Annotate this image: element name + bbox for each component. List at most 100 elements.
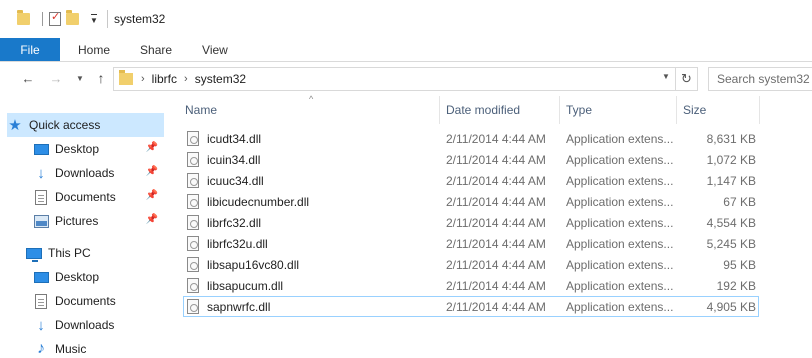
documents-icon [33, 189, 49, 205]
file-type: Application extens... [566, 152, 674, 167]
file-name-cell: icudt34.dll [187, 128, 439, 149]
nav-pc-desktop[interactable]: Desktop [33, 265, 164, 289]
address-history-chevron-down-icon[interactable]: ▼ [659, 72, 673, 81]
new-folder-icon[interactable] [66, 10, 79, 25]
breadcrumb-librfc[interactable]: librfc [152, 72, 177, 86]
file-size: 5,245 KB [706, 236, 756, 251]
nav-item-pictures[interactable]: Pictures 📌 [33, 209, 164, 233]
file-date-modified: 2/11/2014 4:44 AM [446, 257, 546, 272]
file-row[interactable]: libsapucum.dll 2/11/2014 4:44 AM Applicati… [183, 275, 759, 296]
nav-quick-access[interactable]: ★ Quick access [7, 113, 164, 137]
up-arrow-icon[interactable]: ↑ [93, 70, 109, 86]
column-header-size[interactable]: Size [677, 96, 760, 124]
file-size: 8,631 KB [706, 131, 756, 146]
file-size: 192 KB [716, 278, 756, 293]
file-row[interactable]: libsapu16vc80.dll 2/11/2014 4:44 AM Applic… [183, 254, 759, 275]
title-bar: ▼ system32 [0, 0, 812, 38]
recent-locations-chevron-down-icon[interactable]: ▼ [72, 70, 88, 86]
desktop-icon [33, 141, 49, 157]
file-name: librfc32u.dll [207, 236, 268, 251]
file-name: libicudecnumber.dll [207, 194, 310, 209]
downloads-icon: ↓ [37, 164, 45, 182]
file-type: Application extens... [566, 299, 674, 314]
pin-icon[interactable]: 📌 [146, 166, 158, 177]
file-name: librfc32.dll [207, 215, 262, 230]
nav-item-label: Downloads [55, 166, 115, 180]
file-row[interactable]: icudt34.dll 2/11/2014 4:44 AM Application … [183, 128, 759, 149]
chevron-right-icon[interactable]: › [184, 73, 188, 85]
file-row[interactable]: icuuc34.dll 2/11/2014 4:44 AM Application … [183, 170, 759, 191]
file-name-cell: icuuc34.dll [187, 170, 439, 191]
column-header-label: Type [566, 103, 593, 117]
file-row[interactable]: libicudecnumber.dll 2/11/2014 4:44 AM Appl… [183, 191, 759, 212]
dll-file-icon [187, 278, 199, 293]
file-name: libsapu16vc80.dll [207, 257, 300, 272]
file-row[interactable]: librfc32.dll 2/11/2014 4:44 AM Application… [183, 212, 759, 233]
tab-view[interactable]: View [186, 38, 242, 61]
file-row[interactable]: librfc32u.dll 2/11/2014 4:44 AM Applicatio… [183, 233, 759, 254]
pin-icon[interactable]: 📌 [146, 190, 158, 201]
file-name-cell: sapnwrfc.dll [187, 296, 439, 317]
properties-icon[interactable] [49, 10, 61, 26]
customize-toolbar-dropdown-icon[interactable]: ▼ [89, 13, 99, 25]
file-date-modified: 2/11/2014 4:44 AM [446, 131, 546, 146]
pictures-icon [33, 213, 49, 229]
column-header-name[interactable]: Name ^ [179, 94, 440, 124]
file-row[interactable]: icuin34.dll 2/11/2014 4:44 AM Application … [183, 149, 759, 170]
navigation-pane: ★ Quick access Desktop 📌 ↓ Downloads 📌 D… [0, 96, 170, 358]
nav-item-label: Documents [55, 294, 116, 308]
pin-icon[interactable]: 📌 [146, 214, 158, 225]
file-list: Name ^ Date modified Type Size icudt34.d… [179, 94, 812, 358]
chevron-right-icon[interactable]: › [141, 73, 145, 85]
nav-item-downloads[interactable]: ↓ Downloads 📌 [33, 161, 164, 185]
nav-item-desktop[interactable]: Desktop 📌 [33, 137, 164, 161]
tab-share[interactable]: Share [124, 38, 186, 61]
nav-item-label: Quick access [29, 118, 101, 132]
tab-home[interactable]: Home [60, 38, 124, 61]
folder-icon [119, 70, 133, 85]
file-date-modified: 2/11/2014 4:44 AM [446, 173, 546, 188]
nav-item-documents[interactable]: Documents 📌 [33, 185, 164, 209]
column-header-type[interactable]: Type [560, 96, 677, 124]
nav-item-label: Desktop [55, 270, 100, 284]
file-name: icuuc34.dll [207, 173, 264, 188]
refresh-icon[interactable]: ↻ [675, 68, 697, 90]
file-size: 4,554 KB [706, 215, 756, 230]
file-type: Application extens... [566, 257, 674, 272]
dll-file-icon [187, 299, 199, 314]
file-row[interactable]: sapnwrfc.dll 2/11/2014 4:44 AM Application… [183, 296, 759, 317]
column-header-label: Name [185, 103, 218, 117]
nav-pc-music[interactable]: ♪ Music [33, 337, 164, 358]
file-type: Application extens... [566, 278, 674, 293]
search-input[interactable]: Search system32 [708, 67, 812, 91]
nav-item-label: Documents [55, 190, 116, 204]
file-name-cell: libsapu16vc80.dll [187, 254, 439, 275]
dll-file-icon [187, 173, 199, 188]
file-type: Application extens... [566, 215, 674, 230]
address-bar[interactable]: › librfc › system32 ▼ ↻ [113, 67, 698, 91]
file-type: Application extens... [566, 173, 674, 188]
column-header-date[interactable]: Date modified [440, 96, 560, 124]
documents-icon [33, 293, 49, 309]
downloads-icon: ↓ [37, 316, 45, 334]
breadcrumb-system32[interactable]: system32 [195, 72, 246, 86]
dll-file-icon [187, 215, 199, 230]
nav-item-label: Downloads [55, 318, 115, 332]
tab-file[interactable]: File [0, 38, 60, 61]
file-size: 95 KB [723, 257, 756, 272]
forward-arrow-icon[interactable]: → [48, 70, 64, 86]
back-arrow-icon[interactable]: ← [20, 70, 36, 86]
nav-pc-documents[interactable]: Documents [33, 289, 164, 313]
nav-pc-downloads[interactable]: ↓ Downloads [33, 313, 164, 337]
address-row: ← → ▼ ↑ › librfc › system32 ▼ ↻ Search s… [0, 62, 812, 96]
folder-icon[interactable] [17, 10, 30, 25]
file-size: 4,905 KB [706, 299, 756, 314]
pin-icon[interactable]: 📌 [146, 142, 158, 153]
file-name-cell: libsapucum.dll [187, 275, 439, 296]
star-icon: ★ [8, 116, 22, 134]
column-header-label: Date modified [446, 103, 521, 117]
file-name: libsapucum.dll [207, 278, 284, 293]
file-size: 1,147 KB [706, 173, 756, 188]
nav-this-pc[interactable]: This PC [26, 241, 164, 265]
music-icon: ♪ [37, 340, 45, 357]
